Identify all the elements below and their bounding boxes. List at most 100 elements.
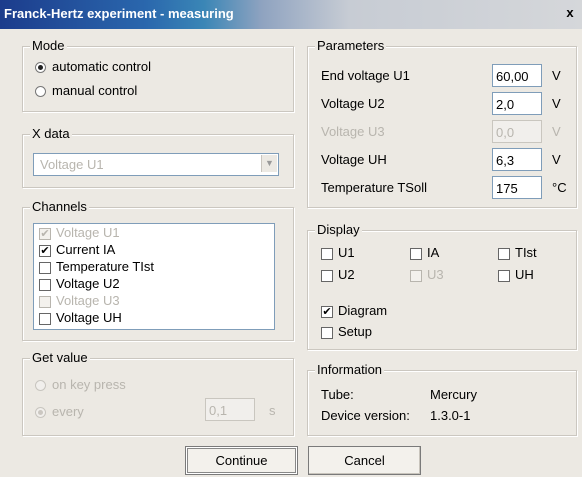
radio-icon <box>35 86 46 98</box>
display-u3-checkbox: U3 <box>410 267 444 282</box>
getvalue-interval-input: 0,1 <box>205 398 255 421</box>
display-u1-label: U1 <box>338 245 355 260</box>
mode-manual-label: manual control <box>52 83 138 98</box>
device-version-label: Device version: <box>321 408 410 423</box>
information-legend: Information <box>315 362 385 377</box>
close-icon[interactable]: x <box>562 5 578 21</box>
display-ia-label: IA <box>427 245 440 260</box>
channel-item-temperature[interactable]: Temperature TIst <box>34 258 274 275</box>
display-legend: Display <box>315 222 362 237</box>
xdata-select[interactable]: Voltage U1 ▼ <box>33 153 279 176</box>
continue-button[interactable]: Continue <box>185 446 298 475</box>
param-value: 175 <box>496 181 518 196</box>
display-setup-checkbox[interactable]: Setup <box>321 324 372 339</box>
checkbox-icon[interactable] <box>321 269 333 282</box>
param-input-voltage-u2[interactable]: 2,0 <box>492 92 542 115</box>
getvalue-legend: Get value <box>30 350 90 365</box>
channel-item-voltage-uh[interactable]: Voltage UH <box>34 309 274 326</box>
param-unit: V <box>552 68 561 83</box>
param-unit: V <box>552 152 561 167</box>
param-input-voltage-u3: 0,0 <box>492 120 542 143</box>
checkbox-checked-icon[interactable]: ✔ <box>39 244 51 257</box>
checkbox-checked-icon: ✔ <box>39 227 51 240</box>
display-u3-label: U3 <box>427 267 444 282</box>
display-uh-checkbox[interactable]: UH <box>498 267 534 282</box>
checkbox-icon[interactable] <box>410 247 422 260</box>
channel-item-voltage-u2[interactable]: Voltage U2 <box>34 275 274 292</box>
getvalue-every-radio: every <box>35 404 84 419</box>
display-tist-checkbox[interactable]: TIst <box>498 245 537 260</box>
param-value: 2,0 <box>496 97 515 112</box>
display-u2-checkbox[interactable]: U2 <box>321 267 355 282</box>
param-unit: V <box>552 124 561 139</box>
channels-group: Channels ✔ Voltage U1 ✔ Current IA Tempera… <box>22 199 294 341</box>
display-setup-label: Setup <box>338 324 372 339</box>
param-label-temperature: Temperature TSoll <box>321 180 427 195</box>
checkbox-icon <box>39 295 51 308</box>
checkbox-icon[interactable] <box>321 247 333 260</box>
param-label-voltage-u3: Voltage U3 <box>321 124 385 139</box>
display-uh-label: UH <box>515 267 534 282</box>
channel-item-voltage-u1: ✔ Voltage U1 <box>34 224 274 241</box>
param-unit: V <box>552 96 561 111</box>
mode-automatic-radio[interactable]: automatic control <box>35 59 151 74</box>
getvalue-keypress-label: on key press <box>52 377 126 392</box>
window-title: Franck-Hertz experiment - measuring <box>4 6 234 21</box>
channel-label: Temperature TIst <box>56 259 155 274</box>
getvalue-group: Get value on key press every 0,1 s <box>22 350 294 436</box>
xdata-value: Voltage U1 <box>40 157 104 172</box>
getvalue-every-label: every <box>52 404 84 419</box>
display-diagram-label: Diagram <box>338 303 388 318</box>
param-unit: °C <box>552 180 567 195</box>
param-input-end-voltage[interactable]: 60,00 <box>492 64 542 87</box>
title-bar: Franck-Hertz experiment - measuring x <box>0 0 582 29</box>
checkbox-icon[interactable] <box>498 269 510 282</box>
param-label-voltage-u2: Voltage U2 <box>321 96 385 111</box>
mode-automatic-label: automatic control <box>52 59 151 74</box>
mode-manual-radio[interactable]: manual control <box>35 83 137 98</box>
param-value: 6,3 <box>496 153 515 168</box>
param-input-temperature[interactable]: 175 <box>492 176 542 199</box>
radio-selected-icon <box>35 62 46 74</box>
param-label-voltage-uh: Voltage UH <box>321 152 387 167</box>
channels-list[interactable]: ✔ Voltage U1 ✔ Current IA Temperature TIst… <box>33 223 275 330</box>
mode-group: Mode automatic control manual control <box>22 38 294 112</box>
channel-label: Voltage U2 <box>56 276 120 291</box>
getvalue-keypress-radio: on key press <box>35 377 126 392</box>
display-u1-checkbox[interactable]: U1 <box>321 245 355 260</box>
param-value: 0,0 <box>496 125 515 140</box>
display-group: Display U1 IA TIst U2 U3 UH ✔ Diagram Set… <box>307 222 577 350</box>
param-label-end-voltage: End voltage U1 <box>321 68 410 83</box>
tube-value: Mercury <box>430 387 477 402</box>
checkbox-icon <box>410 269 422 282</box>
channel-item-current-ia[interactable]: ✔ Current IA <box>34 241 274 258</box>
channels-legend: Channels <box>30 199 89 214</box>
getvalue-interval-value: 0,1 <box>209 403 228 418</box>
display-diagram-checkbox[interactable]: ✔ Diagram <box>321 303 387 318</box>
display-ia-checkbox[interactable]: IA <box>410 245 439 260</box>
param-input-voltage-uh[interactable]: 6,3 <box>492 148 542 171</box>
radio-selected-icon <box>35 407 46 419</box>
channel-label: Voltage UH <box>56 310 122 325</box>
getvalue-unit: s <box>269 403 276 418</box>
xdata-group: X data Voltage U1 ▼ <box>22 126 294 188</box>
checkbox-icon[interactable] <box>39 278 51 291</box>
radio-icon <box>35 380 46 392</box>
checkbox-icon[interactable] <box>39 261 51 274</box>
channel-item-voltage-u3: Voltage U3 <box>34 292 274 309</box>
display-u2-label: U2 <box>338 267 355 282</box>
checkbox-icon[interactable] <box>321 326 333 339</box>
checkbox-checked-icon[interactable]: ✔ <box>321 305 333 318</box>
channel-label: Voltage U3 <box>56 293 120 308</box>
xdata-legend: X data <box>30 126 72 141</box>
tube-label: Tube: <box>321 387 354 402</box>
checkbox-icon[interactable] <box>498 247 510 260</box>
parameters-group: Parameters End voltage U1 60,00 V Voltag… <box>307 38 577 208</box>
cancel-button[interactable]: Cancel <box>308 446 421 475</box>
chevron-down-icon[interactable]: ▼ <box>261 155 277 172</box>
channel-label: Current IA <box>56 242 116 257</box>
channel-label: Voltage U1 <box>56 225 120 240</box>
checkbox-icon[interactable] <box>39 312 51 325</box>
parameters-legend: Parameters <box>315 38 387 53</box>
device-version-value: 1.3.0-1 <box>430 408 471 423</box>
